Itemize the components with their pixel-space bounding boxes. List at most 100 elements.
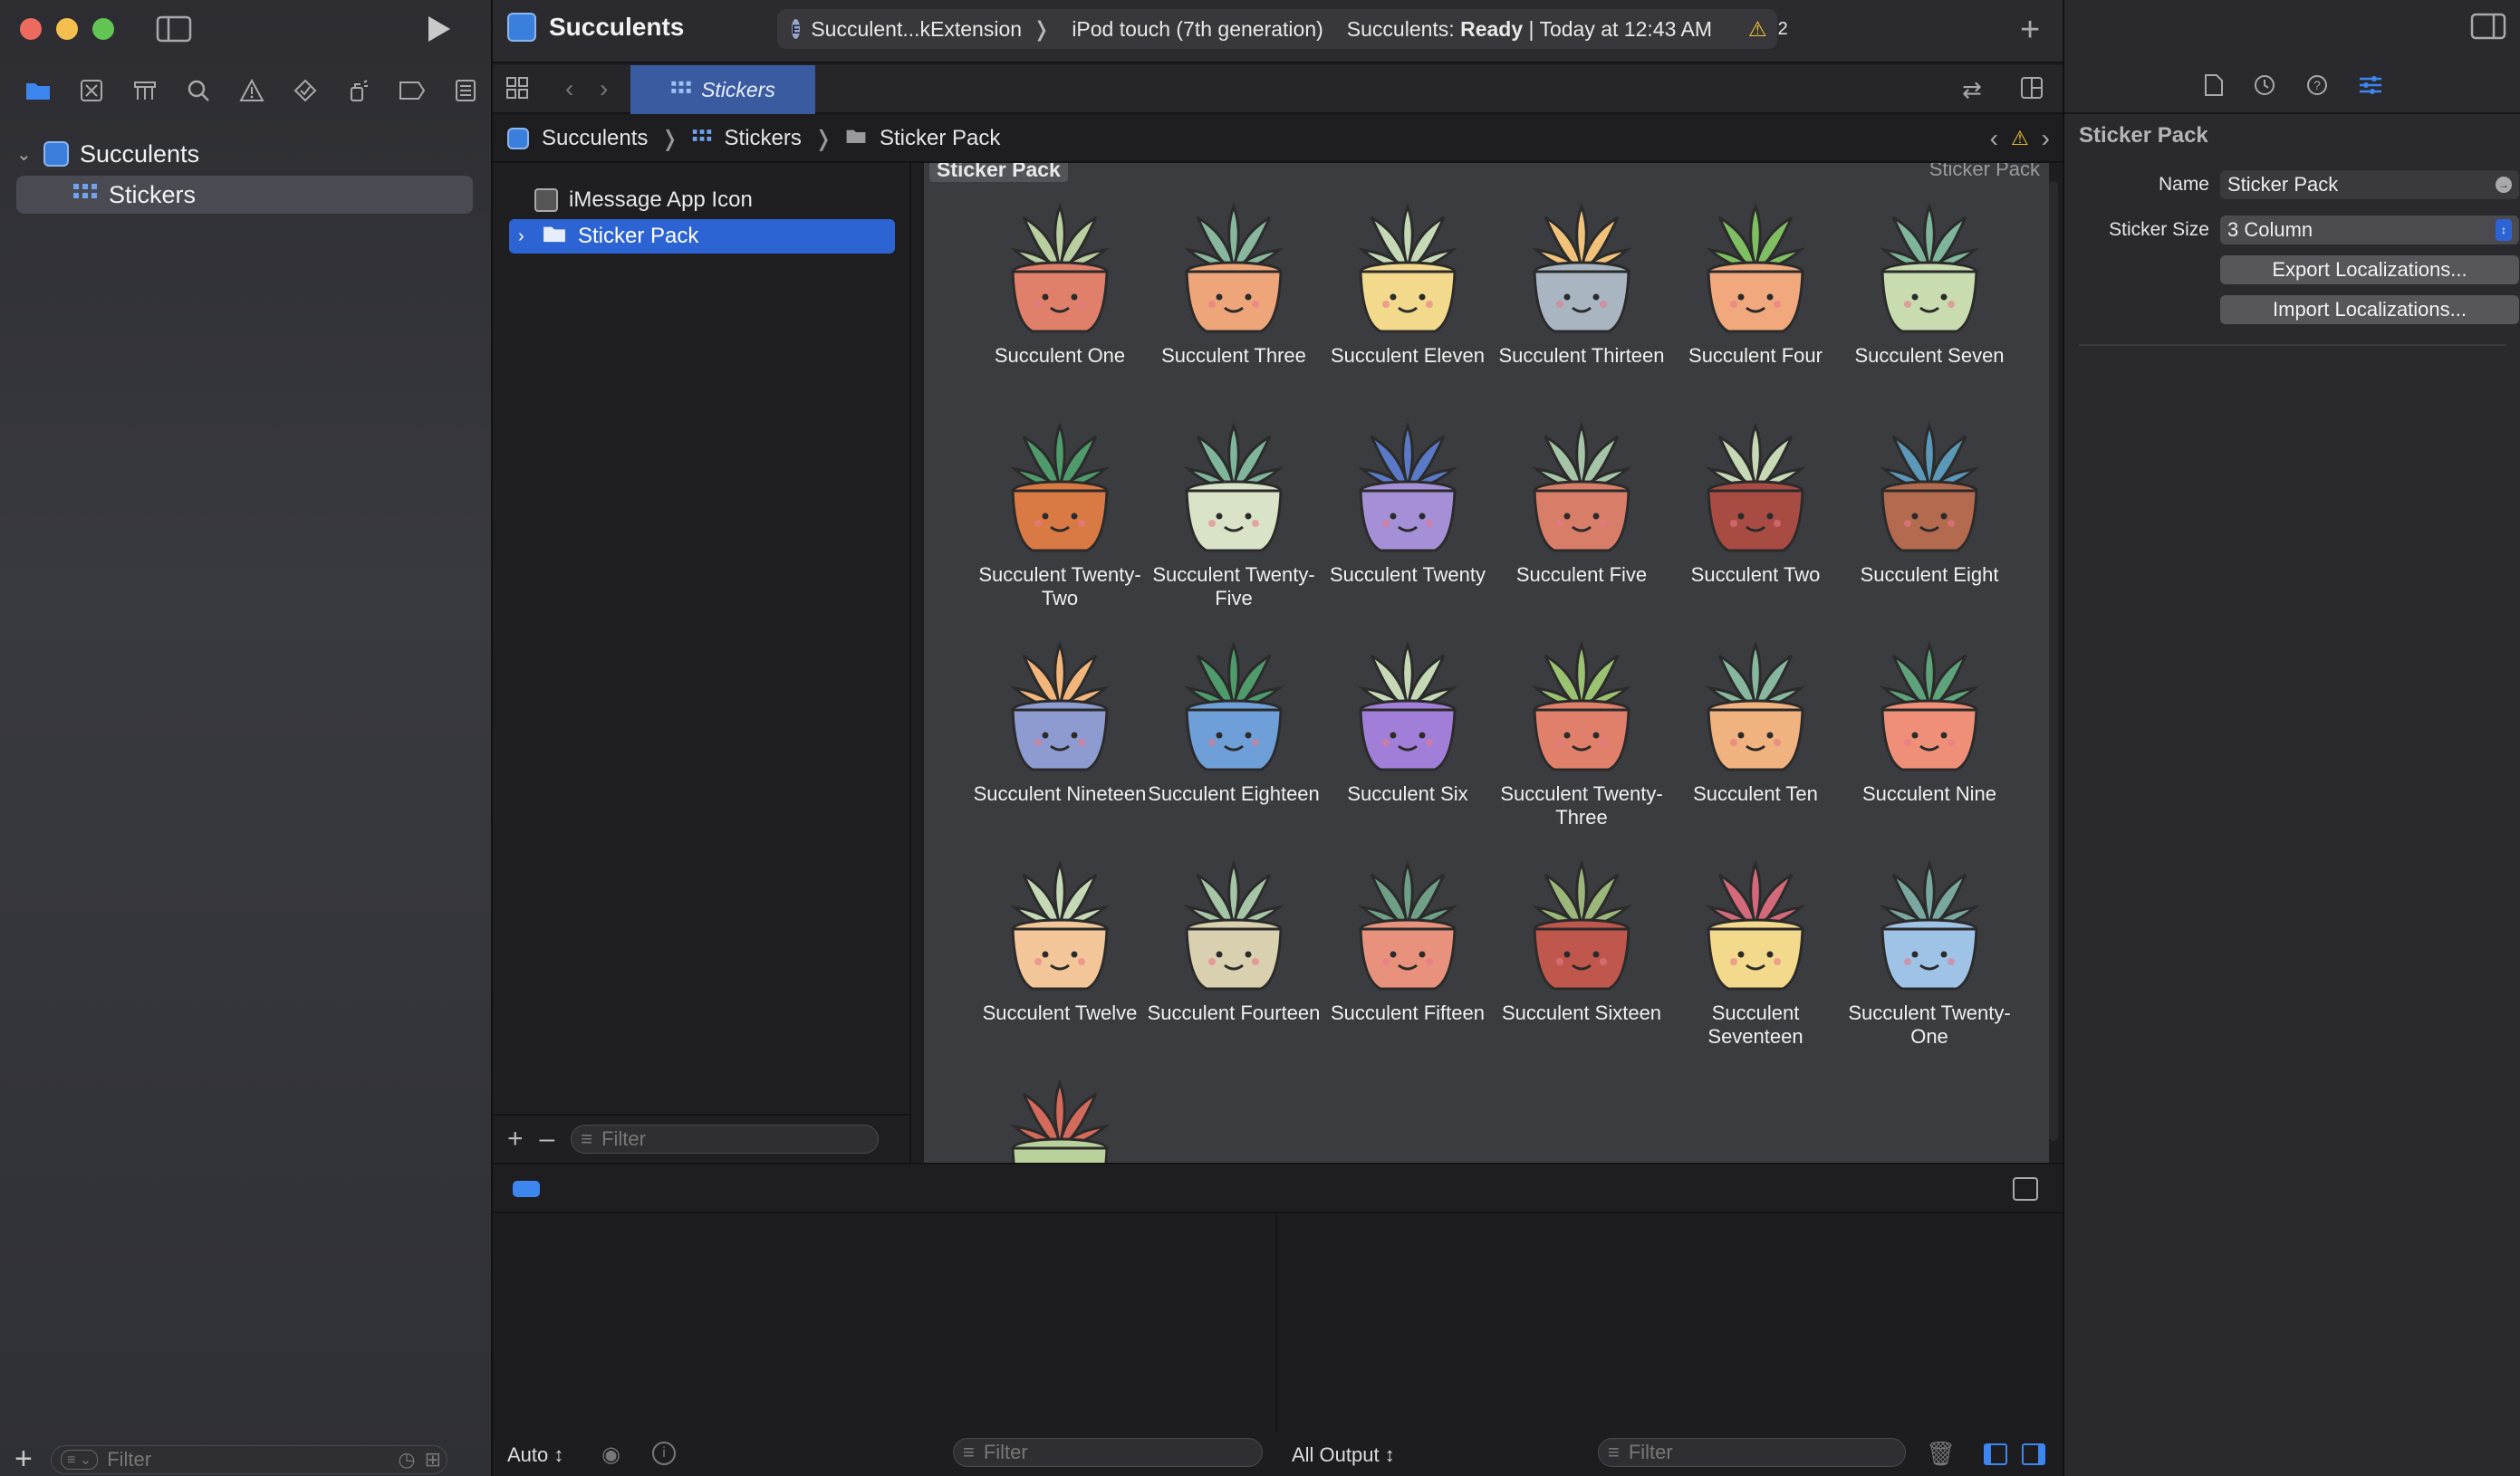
source-control-filter-icon[interactable]: ⊞	[425, 1448, 441, 1471]
report-icon[interactable]	[439, 72, 493, 109]
tree-item-succulents[interactable]: ⌄ Succulents	[16, 136, 199, 172]
run-button[interactable]	[418, 11, 458, 47]
warning-icon[interactable]: ⚠	[1748, 17, 1767, 42]
sticker-item[interactable]: Succulent Eight	[1842, 415, 2016, 634]
chevron-down-icon[interactable]: ⌄	[16, 143, 33, 166]
vertical-scrollbar[interactable]	[2049, 181, 2058, 1141]
sticker-item[interactable]: Succulent One	[973, 196, 1147, 415]
add-asset-button[interactable]: +	[507, 1124, 524, 1155]
test-diamond-icon[interactable]	[279, 72, 332, 109]
name-field[interactable]: Sticker Pack →	[2220, 170, 2519, 199]
eye-icon[interactable]: ◉	[601, 1442, 620, 1468]
sticker-size-select[interactable]: 3 Column ↕	[2220, 216, 2519, 244]
inspector-toggle-icon[interactable]	[2470, 13, 2506, 40]
previous-issue-icon[interactable]: ‹	[1990, 124, 1998, 153]
forward-arrow-icon[interactable]: ›	[600, 74, 608, 103]
warning-icon[interactable]: ⚠	[2011, 127, 2029, 150]
sticker-item[interactable]: Succulent Ten	[1669, 634, 1842, 853]
history-icon[interactable]	[2253, 73, 2276, 103]
sticker-item[interactable]	[973, 1072, 1147, 1163]
output-scope-popup[interactable]: All Output ↕	[1292, 1443, 1395, 1467]
device-selector[interactable]: iPod touch (7th generation)	[1072, 17, 1323, 42]
sticker-item[interactable]: Succulent Three	[1147, 196, 1321, 415]
hide-debug-area-icon[interactable]	[2013, 1177, 2038, 1201]
sticker-item[interactable]: Succulent Twenty-Five	[1147, 415, 1321, 634]
info-icon[interactable]: i	[652, 1442, 676, 1465]
attributes-sliders-icon[interactable]	[2358, 73, 2383, 103]
filter-icon: ≡	[1608, 1441, 1620, 1463]
sticker-item[interactable]: Succulent Twenty	[1321, 415, 1495, 634]
sticker-item[interactable]: Succulent Fifteen	[1321, 853, 1495, 1072]
help-icon[interactable]: ?	[2305, 73, 2329, 103]
sidebar-toggle-icon[interactable]	[154, 13, 194, 45]
back-arrow-icon[interactable]: ‹	[565, 74, 573, 103]
sticker-item[interactable]: Succulent Nineteen	[973, 634, 1147, 853]
file-icon[interactable]	[2204, 73, 2224, 103]
outline-item-imessage-app-icon[interactable]: iMessage App Icon	[509, 183, 895, 217]
add-file-button[interactable]: +	[14, 1443, 33, 1474]
related-items-icon[interactable]	[505, 76, 529, 100]
import-localizations-button[interactable]: Import Localizations...	[2220, 295, 2519, 324]
sticker-item[interactable]: Succulent Nine	[1842, 634, 2016, 853]
sticker-item[interactable]: Succulent Eighteen	[1147, 634, 1321, 853]
recent-files-icon[interactable]: ◷	[398, 1448, 415, 1471]
next-issue-icon[interactable]: ›	[2042, 124, 2050, 153]
inspector-tab-bar: ?	[2064, 63, 2520, 114]
symbol-icon[interactable]	[118, 72, 171, 109]
sticker-item[interactable]: Succulent Twenty-Two	[973, 415, 1147, 634]
succulent-pot-icon	[1009, 202, 1111, 333]
chevron-right-icon[interactable]: ›	[518, 226, 531, 247]
debug-spray-icon[interactable]	[332, 72, 386, 109]
arrow-circle-icon[interactable]: →	[2496, 177, 2512, 193]
variables-filter-input[interactable]: ≡ Filter	[953, 1438, 1263, 1467]
sticker-name: Succulent Eleven	[1331, 344, 1485, 367]
sticker-item[interactable]: Succulent Fourteen	[1147, 853, 1321, 1072]
breadcrumb-item[interactable]: Succulents	[542, 126, 648, 151]
sticker-item[interactable]: Succulent Twelve	[973, 853, 1147, 1072]
inspector-divider	[2079, 344, 2506, 346]
sticker-name: Succulent Ten	[1693, 782, 1818, 805]
swap-arrows-icon[interactable]: ⇄	[1962, 76, 1982, 104]
console-filter-input[interactable]: ≡ Filter	[1598, 1438, 1906, 1467]
split-editor-icon[interactable]	[2020, 76, 2044, 100]
issue-warning-icon[interactable]	[225, 72, 278, 109]
filter-icon: ≡	[963, 1441, 975, 1463]
export-localizations-button[interactable]: Export Localizations...	[2220, 255, 2519, 284]
sticker-item[interactable]: Succulent Thirteen	[1495, 196, 1669, 415]
minimize-window-button[interactable]	[56, 18, 78, 40]
tab-stickers[interactable]: Stickers	[630, 65, 815, 114]
variables-scope-popup[interactable]: Auto ↕	[507, 1443, 563, 1467]
tree-item-stickers[interactable]: Stickers	[72, 177, 196, 213]
console-toggle-icon[interactable]	[513, 1181, 540, 1197]
scheme-target[interactable]: Succulent...kExtension	[811, 17, 1022, 42]
filter-options-icon[interactable]: ≡ ⌄	[61, 1450, 99, 1470]
trash-icon[interactable]: 🗑︎	[1926, 1440, 1956, 1468]
show-console-icon[interactable]	[2022, 1443, 2045, 1465]
search-icon[interactable]	[171, 72, 225, 109]
sticker-item[interactable]: Succulent Twenty-Three	[1495, 634, 1669, 853]
sticker-item[interactable]: Succulent Four	[1669, 196, 1842, 415]
breadcrumb-item[interactable]: Stickers	[725, 126, 802, 151]
editor-tab-bar: ‹ › Stickers ⇄	[493, 65, 2063, 114]
sticker-item[interactable]: Succulent Six	[1321, 634, 1495, 853]
breadcrumb-item[interactable]: Sticker Pack	[880, 126, 1000, 151]
sticker-item[interactable]: Succulent Seventeen	[1669, 853, 1842, 1072]
succulent-pot-icon	[1009, 640, 1111, 772]
show-variables-icon[interactable]	[1984, 1443, 2007, 1465]
outline-item-sticker-pack[interactable]: › Sticker Pack	[509, 219, 895, 254]
close-window-button[interactable]	[20, 18, 42, 40]
folder-icon[interactable]	[11, 72, 64, 109]
source-control-icon[interactable]	[64, 72, 118, 109]
remove-asset-button[interactable]: –	[540, 1124, 555, 1155]
sticker-item[interactable]: Succulent Eleven	[1321, 196, 1495, 415]
outline-filter-input[interactable]: ≡ Filter	[571, 1125, 880, 1154]
navigator-filter-input[interactable]: ≡ ⌄ Filter ◷ ⊞	[51, 1445, 447, 1474]
sticker-item[interactable]: Succulent Two	[1669, 415, 1842, 634]
sticker-item[interactable]: Succulent Five	[1495, 415, 1669, 634]
sticker-item[interactable]: Succulent Sixteen	[1495, 853, 1669, 1072]
sticker-item[interactable]: Succulent Seven	[1842, 196, 2016, 415]
breakpoint-icon[interactable]	[386, 72, 439, 109]
sticker-item[interactable]: Succulent Twenty-One	[1842, 853, 2016, 1072]
add-library-button[interactable]: +	[2020, 11, 2040, 50]
zoom-window-button[interactable]	[92, 18, 114, 40]
